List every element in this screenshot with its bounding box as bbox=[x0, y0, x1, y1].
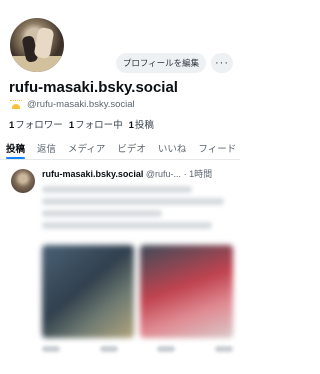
profile-handle-row: @rufu-masaki.bsky.social bbox=[9, 99, 135, 110]
post-author-name[interactable]: rufu-masaki.bsky.social bbox=[42, 169, 143, 179]
followers-count: 1 bbox=[9, 120, 15, 131]
repost-icon[interactable] bbox=[99, 346, 118, 352]
post-author-handle: @rufu-... bbox=[145, 169, 182, 179]
following-label: フォロー中 bbox=[75, 120, 123, 131]
post-header: rufu-masaki.bsky.social @rufu-... · 1時間 bbox=[42, 167, 240, 180]
like-icon[interactable] bbox=[157, 346, 176, 352]
post-time: · 1時間 bbox=[183, 169, 213, 179]
post-text-line bbox=[42, 198, 224, 205]
post-images[interactable] bbox=[42, 245, 233, 338]
following-count: 1 bbox=[68, 120, 75, 131]
avatar-figure-light bbox=[33, 26, 55, 60]
post-menu-icon[interactable] bbox=[214, 346, 233, 352]
tab-videos[interactable]: ビデオ bbox=[111, 137, 152, 159]
following-stat[interactable]: 1フォロー中 bbox=[69, 117, 123, 131]
tab-feeds[interactable]: フィード bbox=[192, 137, 242, 159]
more-options-button[interactable]: ··· bbox=[211, 53, 233, 73]
tab-posts[interactable]: 投稿 bbox=[0, 137, 31, 159]
tab-media[interactable]: メディア bbox=[62, 137, 111, 159]
profile-display-name: rufu-masaki.bsky.social bbox=[9, 79, 178, 96]
post-text-line bbox=[42, 210, 162, 217]
posts-label: 投稿 bbox=[134, 120, 154, 131]
tab-replies[interactable]: 返信 bbox=[31, 137, 62, 159]
profile-tabs: 投稿 返信 メディア ビデオ いいね フィード bbox=[0, 137, 240, 160]
post-author-avatar[interactable] bbox=[11, 169, 35, 193]
posts-count: 1 bbox=[128, 120, 134, 131]
profile-avatar[interactable] bbox=[8, 16, 66, 74]
profile-handle: @rufu-masaki.bsky.social bbox=[27, 99, 135, 110]
post-actions bbox=[42, 346, 233, 356]
post-image-2[interactable] bbox=[140, 245, 233, 338]
reply-icon[interactable] bbox=[42, 346, 60, 352]
profile-stats: 1フォロワー 1フォロー中 1投稿 bbox=[9, 117, 154, 131]
post-item[interactable]: rufu-masaki.bsky.social @rufu-... · 1時間 bbox=[0, 160, 240, 374]
post-image-1[interactable] bbox=[42, 245, 134, 338]
post-text-line bbox=[42, 222, 212, 229]
post-text-line bbox=[42, 186, 192, 193]
followers-label: フォロワー bbox=[15, 120, 63, 131]
followers-stat[interactable]: 1フォロワー bbox=[9, 117, 63, 131]
posts-stat: 1投稿 bbox=[129, 117, 154, 131]
tab-likes[interactable]: いいね bbox=[152, 137, 193, 159]
sunrise-icon bbox=[9, 99, 23, 110]
edit-profile-button[interactable]: プロフィールを編集 bbox=[116, 53, 206, 73]
